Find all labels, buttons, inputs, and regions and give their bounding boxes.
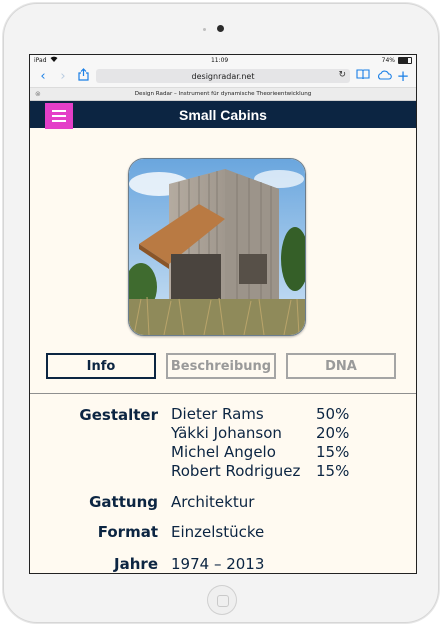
designer-name: Yäkki Johanson: [171, 424, 282, 442]
browser-toolbar: ‹ › designradar.net ↻ +: [30, 65, 416, 88]
address-bar[interactable]: designradar.net ↻: [96, 69, 350, 83]
designer-entry: Robert Rodriguez 15%: [30, 462, 416, 481]
years-value: 1974 – 2013: [171, 555, 265, 573]
book-icon[interactable]: [356, 69, 370, 83]
menu-button[interactable]: [45, 103, 73, 129]
ipad-frame: iPad 11:09 74% ‹ › designradar.net ↻ + ⊗…: [3, 3, 439, 623]
share-icon[interactable]: [76, 68, 90, 84]
designer-entry: Dieter Rams 50%: [30, 405, 416, 424]
tab-strip: ⊗ Design Radar – Instrument für dynamisc…: [30, 88, 416, 101]
designer-share: 15%: [316, 462, 350, 480]
format-value: Einzelstücke: [171, 523, 265, 541]
tab-beschreibung[interactable]: Beschreibung: [166, 353, 276, 379]
genre-value: Architektur: [171, 493, 255, 511]
device-name: iPad: [34, 56, 47, 64]
designer-name: Robert Rodriguez: [171, 462, 301, 480]
designer-entry: Michel Angelo 15%: [30, 443, 416, 462]
home-button[interactable]: [207, 585, 237, 615]
years-label: Jahre: [114, 555, 158, 573]
section-divider: [30, 393, 416, 394]
battery-icon: [398, 56, 412, 64]
tab-title[interactable]: Design Radar – Instrument für dynamische…: [135, 91, 312, 97]
hamburger-icon: [52, 110, 66, 112]
app-header: Small Cabins: [30, 101, 416, 129]
battery-percent: 74%: [381, 56, 395, 64]
designer-share: 50%: [316, 405, 350, 423]
designer-name: Dieter Rams: [171, 405, 264, 423]
cloud-icon[interactable]: [376, 70, 392, 83]
tab-info[interactable]: Info: [46, 353, 156, 379]
info-tabs: Info Beschreibung DNA: [30, 353, 416, 383]
designer-share: 15%: [316, 443, 350, 461]
chevron-right-icon[interactable]: ›: [56, 70, 70, 83]
designer-entry: Yäkki Johanson 20%: [30, 424, 416, 443]
status-bar: iPad 11:09 74%: [30, 55, 416, 65]
wifi-icon: [50, 56, 58, 64]
plus-icon[interactable]: +: [396, 68, 410, 84]
clock: 11:09: [210, 56, 229, 64]
close-icon[interactable]: ⊗: [35, 90, 41, 98]
cabin-photo: [128, 158, 306, 336]
reload-icon[interactable]: ↻: [338, 70, 346, 80]
front-camera: [217, 25, 224, 32]
page-title: Small Cabins: [179, 106, 267, 123]
designer-share: 20%: [316, 424, 350, 442]
url-text: designradar.net: [191, 71, 255, 81]
genre-label: Gattung: [89, 493, 158, 511]
format-label: Format: [97, 523, 158, 541]
chevron-left-icon[interactable]: ‹: [36, 70, 50, 83]
designer-name: Michel Angelo: [171, 443, 276, 461]
tab-dna[interactable]: DNA: [286, 353, 396, 379]
screen: iPad 11:09 74% ‹ › designradar.net ↻ + ⊗…: [29, 54, 417, 574]
sensor-dot: [203, 28, 206, 31]
